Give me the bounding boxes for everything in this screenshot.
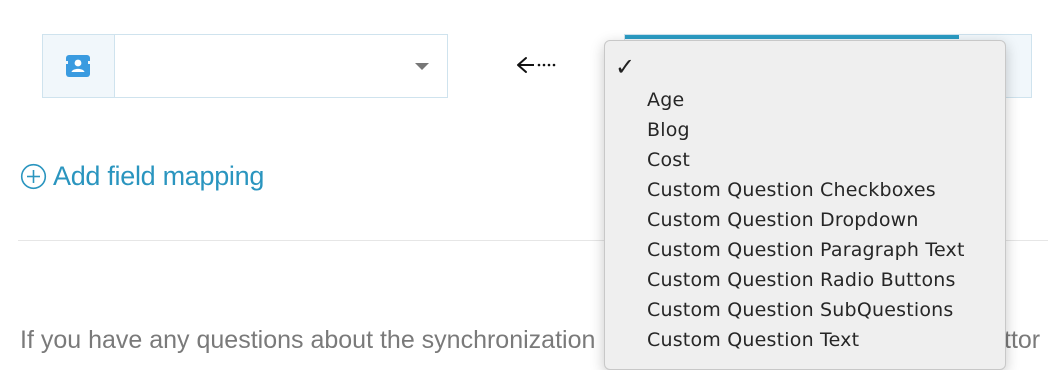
dropdown-options: Age Blog Cost Custom Question Checkboxes… — [605, 85, 1005, 355]
contact-card-icon — [65, 55, 91, 77]
dropdown-option-custom-question-paragraph-text[interactable]: Custom Question Paragraph Text — [605, 235, 1005, 265]
dropdown-option-custom-question-dropdown[interactable]: Custom Question Dropdown — [605, 205, 1005, 235]
dropdown-option-custom-question-checkboxes[interactable]: Custom Question Checkboxes — [605, 175, 1005, 205]
dropdown-option-blog[interactable]: Blog — [605, 115, 1005, 145]
field-dropdown-menu[interactable]: ✓ Age Blog Cost Custom Question Checkbox… — [604, 40, 1006, 370]
chevron-down-icon — [415, 63, 429, 70]
source-field-select[interactable] — [42, 34, 448, 98]
plus-circle-icon — [20, 163, 47, 189]
dropdown-option-custom-question-subquestions[interactable]: Custom Question SubQuestions — [605, 295, 1005, 325]
add-field-mapping-button[interactable]: Add field mapping — [20, 158, 264, 194]
checkmark-icon: ✓ — [615, 53, 636, 81]
dropdown-option-custom-question-text[interactable]: Custom Question Text — [605, 325, 1005, 355]
target-field-highlight — [625, 35, 959, 39]
field-icon-box — [43, 35, 115, 97]
dropdown-option-cost[interactable]: Cost — [605, 145, 1005, 175]
help-text: If you have any questions about the sync… — [20, 326, 625, 354]
dropdown-option-age[interactable]: Age — [605, 85, 1005, 115]
add-field-mapping-label: Add field mapping — [53, 160, 265, 191]
dropdown-option-custom-question-radio-buttons[interactable]: Custom Question Radio Buttons — [605, 265, 1005, 295]
help-text-tail: ttor — [1004, 326, 1041, 354]
arrow-left-dotted-icon — [517, 57, 556, 73]
